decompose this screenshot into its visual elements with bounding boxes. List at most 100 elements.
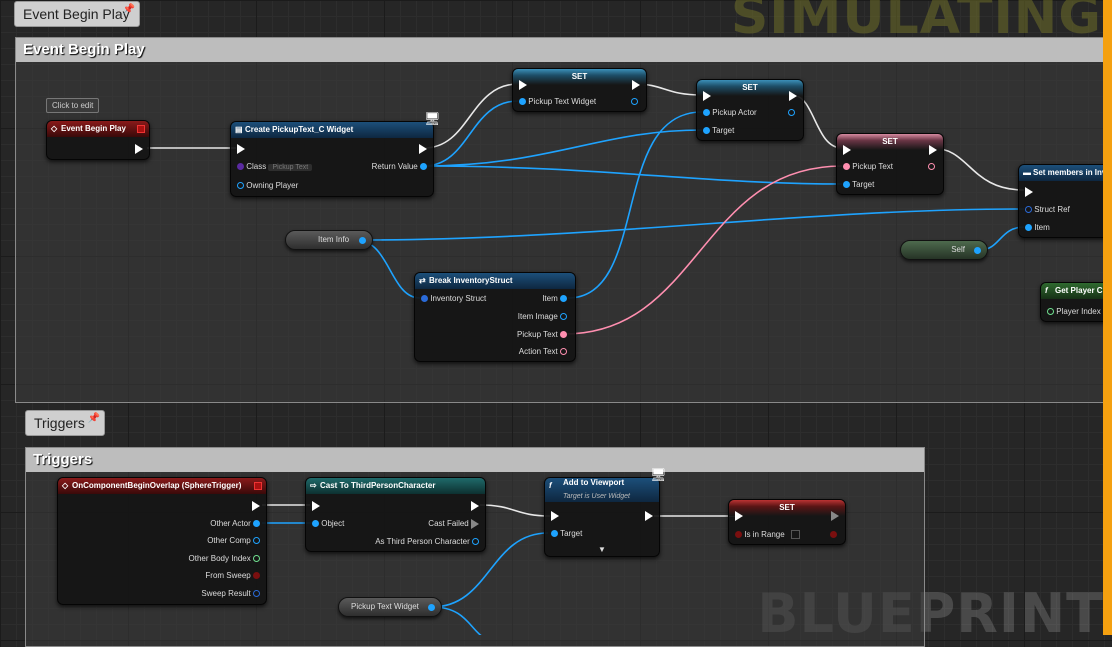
from-sweep-pin[interactable]: From Sweep xyxy=(205,571,260,580)
output-pin[interactable] xyxy=(928,162,935,171)
output-pin[interactable] xyxy=(830,530,837,539)
node-header: ◇ OnComponentBeginOverlap (SphereTrigger… xyxy=(58,478,266,494)
get-player-node[interactable]: f Get Player C Player Index xyxy=(1040,282,1112,322)
pickup-actor-pin[interactable]: Pickup Actor xyxy=(703,108,757,117)
pin-label: Other Body Index xyxy=(188,554,251,563)
pin-dot[interactable] xyxy=(359,237,366,244)
create-widget-node[interactable]: ▤ Create PickupText_C Widget Class Picku… xyxy=(230,121,434,197)
set-members-node[interactable]: ▬ Set members in Inv Struct Ref Item xyxy=(1018,164,1112,238)
struct-ref-pin[interactable]: Struct Ref xyxy=(1025,205,1070,214)
pin-label: Inventory Struct xyxy=(430,294,487,303)
click-to-edit-label[interactable]: Click to edit xyxy=(46,98,100,113)
class-pin[interactable]: Class Pickup Text xyxy=(237,162,313,171)
set-pickup-text-widget-node[interactable]: SET Pickup Text Widget xyxy=(512,68,647,112)
player-index-pin[interactable]: Player Index xyxy=(1047,307,1101,316)
pin-label: Struct Ref xyxy=(1034,205,1070,214)
item-image-pin[interactable]: Item Image xyxy=(518,312,567,321)
exec-out-pin[interactable] xyxy=(645,511,653,521)
action-text-pin[interactable]: Action Text xyxy=(519,347,567,356)
exec-in-pin[interactable] xyxy=(703,91,711,101)
pin-label: Object xyxy=(321,519,345,528)
expand-arrow-icon[interactable]: ▼ xyxy=(598,545,606,554)
set-pickup-text-node[interactable]: SET Pickup Text Target xyxy=(836,133,944,195)
other-body-index-pin[interactable]: Other Body Index xyxy=(188,554,260,563)
pin-dot xyxy=(237,182,244,190)
set-is-in-range-node[interactable]: SET Is in Range xyxy=(728,499,846,545)
item-pin[interactable]: Item xyxy=(542,294,567,303)
pin-dot xyxy=(560,331,567,339)
pin-dot xyxy=(312,520,319,528)
pin-dot xyxy=(420,163,427,171)
exec-out-pin[interactable] xyxy=(929,145,937,155)
exec-in-pin[interactable] xyxy=(735,511,743,521)
output-pin[interactable] xyxy=(631,97,638,106)
variable-label: Item Info xyxy=(318,235,350,244)
sweep-result-pin[interactable]: Sweep Result xyxy=(201,589,260,598)
on-component-begin-overlap-node[interactable]: ◇ OnComponentBeginOverlap (SphereTrigger… xyxy=(57,477,267,605)
item-info-variable[interactable]: Item Info xyxy=(285,230,373,250)
pin-label: Return Value xyxy=(371,162,418,171)
exec-in-pin[interactable] xyxy=(519,80,527,90)
event-begin-play-node[interactable]: ◇ Event Begin Play xyxy=(46,120,150,160)
pin-label: Action Text xyxy=(518,347,558,356)
return-value-pin[interactable]: Return Value xyxy=(372,162,427,171)
item-pin[interactable]: Item xyxy=(1025,223,1050,232)
exec-out-pin[interactable] xyxy=(419,144,427,154)
exec-in-pin[interactable] xyxy=(1025,187,1033,197)
pickup-text-pin[interactable]: Pickup Text xyxy=(843,162,893,171)
variable-label: Pickup Text Widget xyxy=(351,602,419,611)
owning-player-pin[interactable]: Owning Player xyxy=(237,181,298,190)
exec-out-pin[interactable] xyxy=(831,511,839,521)
other-comp-pin[interactable]: Other Comp xyxy=(207,536,260,545)
node-header: ▤ Create PickupText_C Widget xyxy=(231,122,433,138)
pin-label: Item Image xyxy=(517,312,558,321)
exec-out-pin[interactable] xyxy=(789,91,797,101)
target-pin[interactable]: Target xyxy=(551,529,582,538)
pin-label: Pickup Text Widget xyxy=(528,97,597,106)
pin-dot xyxy=(703,127,710,135)
pickup-text-widget-pin[interactable]: Pickup Text Widget xyxy=(519,97,596,106)
as-third-person-character-pin[interactable]: As Third Person Character xyxy=(375,537,479,546)
pickup-text-pin[interactable]: Pickup Text xyxy=(517,330,567,339)
pin-label: Other Comp xyxy=(207,536,251,545)
exec-in-pin[interactable] xyxy=(551,511,559,521)
target-pin[interactable]: Target xyxy=(843,180,874,189)
pin-dot xyxy=(421,295,428,303)
class-pin-dot xyxy=(237,163,244,171)
node-header: SET xyxy=(697,80,803,96)
exec-in-pin[interactable] xyxy=(237,144,245,154)
exec-out-pin[interactable] xyxy=(632,80,640,90)
other-actor-pin[interactable]: Other Actor xyxy=(210,519,260,528)
function-icon: f xyxy=(549,481,552,490)
exec-in-pin[interactable] xyxy=(312,501,320,511)
pickup-text-widget-variable[interactable]: Pickup Text Widget xyxy=(338,597,442,617)
cast-failed-pin[interactable]: Cast Failed xyxy=(428,519,479,529)
output-pin[interactable] xyxy=(788,108,795,117)
set-pickup-actor-node[interactable]: SET Pickup Actor Target xyxy=(696,79,804,141)
pin-dot[interactable] xyxy=(974,247,981,254)
break-inventory-struct-node[interactable]: ⇄ Break InventoryStruct Inventory Struct… xyxy=(414,272,576,362)
self-variable[interactable]: Self xyxy=(900,240,988,260)
pin-dot xyxy=(735,531,742,539)
node-title: Get Player C xyxy=(1055,286,1103,295)
is-in-range-pin[interactable]: Is in Range xyxy=(735,530,800,540)
pin-dot xyxy=(843,163,850,171)
node-header: SET xyxy=(729,500,845,516)
exec-in-pin[interactable] xyxy=(843,145,851,155)
pin-dot xyxy=(843,181,850,189)
pin-dot xyxy=(551,530,558,538)
exec-out-pin[interactable] xyxy=(252,501,260,511)
class-dropdown[interactable]: Pickup Text xyxy=(268,164,313,171)
pin-dot[interactable] xyxy=(428,604,435,611)
object-pin[interactable]: Object xyxy=(312,519,344,528)
exec-out-pin[interactable] xyxy=(135,144,143,154)
add-to-viewport-node[interactable]: f Add to Viewport Target is User Widget … xyxy=(544,477,660,557)
pin-label: Target xyxy=(852,180,875,189)
target-pin[interactable]: Target xyxy=(703,126,734,135)
checkbox[interactable] xyxy=(790,530,800,540)
cast-to-third-person-character-node[interactable]: ⇨ Cast To ThirdPersonCharacter Object Ca… xyxy=(305,477,486,552)
cast-icon: ⇨ xyxy=(310,481,317,490)
inventory-struct-pin[interactable]: Inventory Struct xyxy=(421,294,486,303)
exec-out-pin[interactable] xyxy=(471,501,479,511)
pin-label: From Sweep xyxy=(205,571,251,580)
